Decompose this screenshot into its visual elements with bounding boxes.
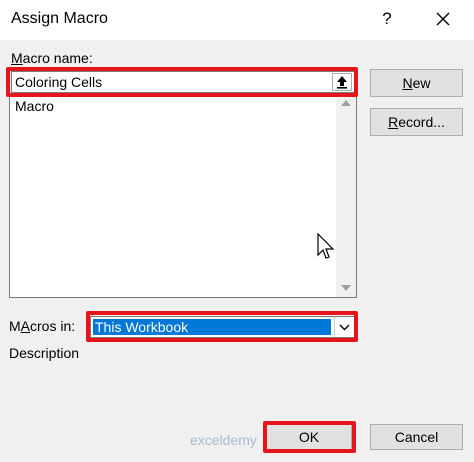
macros-in-label: MAcros in: (9, 318, 76, 334)
upload-arrow-icon (337, 76, 347, 89)
help-button[interactable]: ? (370, 4, 404, 34)
dropdown-button[interactable] (334, 317, 354, 337)
list-item[interactable]: Macro (15, 98, 54, 114)
macro-name-label: Macro name: (11, 50, 93, 66)
mouse-cursor-icon (317, 233, 335, 259)
window-title: Assign Macro (11, 10, 108, 27)
record-button[interactable]: Record... (370, 108, 463, 136)
upload-button[interactable] (332, 73, 352, 91)
scroll-down-icon[interactable] (341, 285, 351, 291)
macros-in-value: This Workbook (93, 319, 331, 335)
help-icon: ? (382, 9, 392, 28)
description-label: Description (9, 345, 80, 361)
titlebar: Assign Macro ? (0, 0, 474, 40)
new-button[interactable]: New (370, 69, 463, 97)
vertical-scrollbar[interactable] (336, 94, 356, 297)
close-icon (436, 12, 450, 26)
chevron-down-icon (339, 324, 350, 331)
macro-name-value: Coloring Cells (15, 74, 103, 90)
macro-listbox[interactable]: Macro (9, 93, 357, 298)
close-button[interactable] (424, 4, 462, 34)
cancel-button[interactable]: Cancel (370, 424, 463, 450)
ok-button[interactable]: OK (266, 424, 352, 450)
macro-name-input[interactable]: Coloring Cells (11, 71, 355, 93)
macros-in-select[interactable]: This Workbook (90, 316, 355, 338)
watermark-logo: exceldemy (190, 432, 257, 448)
scroll-up-icon[interactable] (341, 100, 351, 106)
